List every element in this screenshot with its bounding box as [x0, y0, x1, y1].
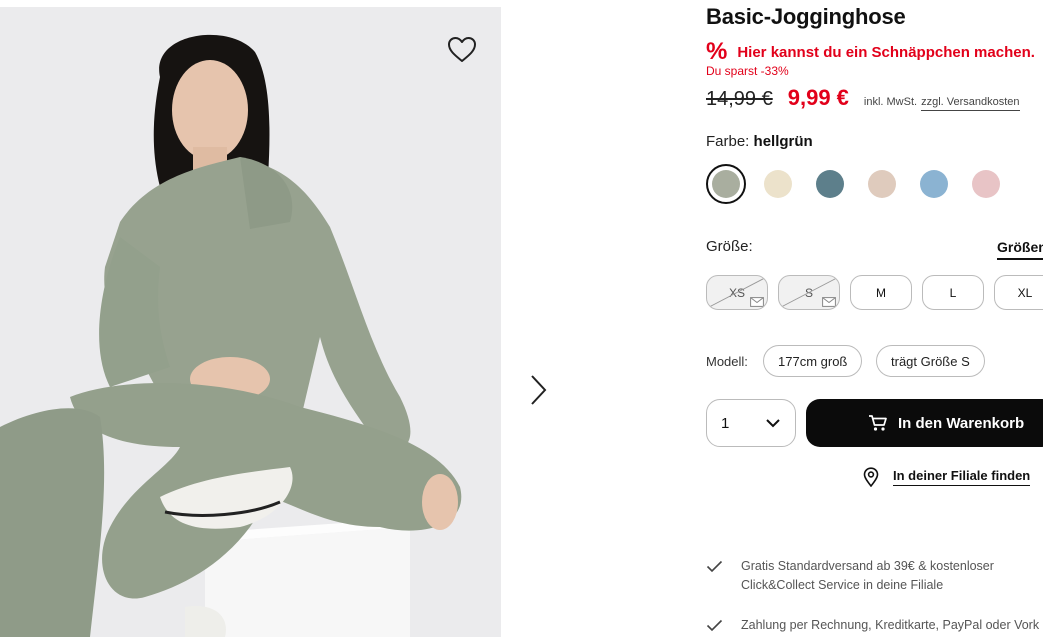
color-swatch[interactable]	[862, 164, 902, 204]
color-label: Farbe: hellgrün	[706, 133, 813, 150]
product-image-gallery	[0, 7, 501, 637]
size-option-s[interactable]: S	[778, 275, 840, 310]
color-swatch-dot	[868, 170, 896, 198]
savings-text: Du sparst -33%	[706, 64, 789, 78]
size-option-label: L	[949, 285, 957, 300]
color-swatch[interactable]	[966, 164, 1006, 204]
payment-benefit: Zahlung per Rechnung, Kreditkarte, PayPa…	[706, 616, 1039, 635]
shipping-costs-link[interactable]: zzgl. Versandkosten	[921, 96, 1020, 111]
check-icon	[706, 560, 723, 573]
color-swatch[interactable]	[758, 164, 798, 204]
color-swatch-dot	[816, 170, 844, 198]
notify-envelope-icon	[822, 297, 836, 307]
gallery-next-chevron-icon[interactable]	[522, 370, 554, 410]
deal-banner: % Hier kannst du ein Schnäppchen machen.	[706, 40, 1035, 64]
deal-text: Hier kannst du ein Schnäppchen machen.	[737, 43, 1035, 61]
color-swatch[interactable]	[914, 164, 954, 204]
color-swatch-dot	[764, 170, 792, 198]
add-to-cart-label: In den Warenkorb	[898, 414, 1025, 432]
quantity-value: 1	[721, 414, 730, 432]
selected-color-name: hellgrün	[753, 133, 813, 150]
color-swatch[interactable]	[810, 164, 850, 204]
payment-benefit-text: Zahlung per Rechnung, Kreditkarte, PayPa…	[741, 618, 1040, 632]
store-finder-label: In deiner Filiale finden	[893, 468, 1031, 486]
tax-note: inkl. MwSt.	[863, 96, 918, 108]
model-label: Modell:	[706, 354, 748, 369]
chevron-down-icon	[766, 419, 780, 428]
product-info-panel: Basic-Jogginghose % Hier kannst du ein S…	[706, 0, 1043, 637]
old-price: 14,99 €	[706, 88, 773, 110]
color-swatch-dot	[972, 170, 1000, 198]
size-option-xl[interactable]: XL	[994, 275, 1043, 310]
color-label-prefix: Farbe:	[706, 133, 750, 150]
notify-envelope-icon	[750, 297, 764, 307]
shipping-benefit: Gratis Standardversand ab 39€ & kostenlo…	[706, 557, 994, 595]
quantity-select[interactable]: 1	[706, 399, 796, 447]
percent-icon: %	[706, 38, 728, 65]
current-price: 9,99 €	[787, 85, 849, 110]
price-row: 14,99 € 9,99 € inkl. MwSt. zzgl. Versand…	[706, 85, 1020, 111]
product-title: Basic-Jogginghose	[706, 4, 906, 29]
size-option-label: XL	[1017, 285, 1033, 300]
color-swatch-dot	[712, 170, 740, 198]
color-swatch[interactable]	[706, 164, 746, 204]
add-to-cart-button[interactable]: In den Warenkorb	[806, 399, 1043, 447]
size-label: Größe:	[706, 238, 753, 255]
check-icon	[706, 619, 723, 632]
size-options: XS S M L XL	[706, 275, 1043, 310]
size-option-l[interactable]: L	[922, 275, 984, 310]
model-size-chip: trägt Größe S	[876, 345, 985, 377]
shipping-benefit-line2: Click&Collect Service in deine Filiale	[741, 578, 944, 592]
product-photo	[0, 7, 501, 637]
shipping-benefit-line1: Gratis Standardversand ab 39€ & kostenlo…	[741, 559, 994, 573]
size-option-label: M	[876, 285, 886, 300]
color-swatches	[706, 164, 1006, 204]
store-finder-link[interactable]: In deiner Filiale finden	[863, 467, 1031, 487]
size-option-xs[interactable]: XS	[706, 275, 768, 310]
size-option-m[interactable]: M	[850, 275, 912, 310]
size-guide-link[interactable]: Größen	[997, 239, 1043, 260]
wishlist-heart-icon[interactable]	[444, 32, 480, 66]
color-swatch-dot	[920, 170, 948, 198]
cart-icon	[869, 415, 887, 431]
model-height-chip: 177cm groß	[763, 345, 863, 377]
location-pin-icon	[863, 467, 879, 487]
